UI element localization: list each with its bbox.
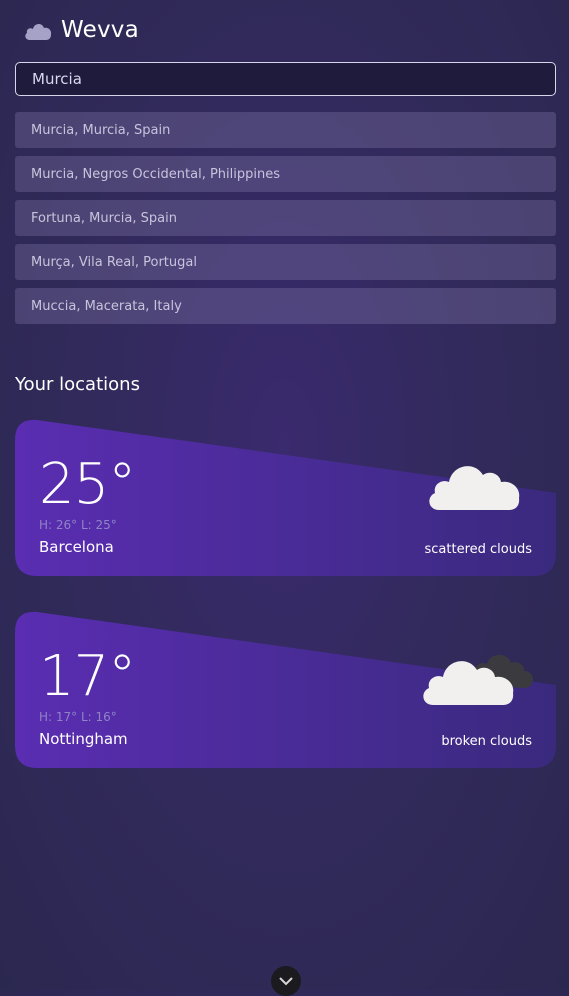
weather-condition: scattered clouds (424, 542, 533, 557)
temperature: 25° (39, 452, 136, 517)
weather-condition: broken clouds (441, 734, 532, 749)
location-card-barcelona[interactable]: 25° H: 26° L: 25° Barcelona scattered cl… (15, 418, 556, 576)
suggestion-item[interactable]: Murcia, Murcia, Spain (15, 112, 556, 148)
high-low: H: 26° L: 25° (39, 518, 117, 532)
suggestion-item[interactable]: Murcia, Negros Occidental, Philippines (15, 156, 556, 192)
app-title: Wevva (61, 17, 139, 43)
city-name: Barcelona (39, 538, 114, 556)
suggestion-item[interactable]: Fortuna, Murcia, Spain (15, 200, 556, 236)
broken-clouds-icon (423, 654, 534, 705)
cloud-logo-icon (25, 23, 52, 40)
suggestion-item[interactable]: Muccia, Macerata, Italy (15, 288, 556, 324)
scroll-down-button[interactable] (271, 966, 301, 996)
section-title: Your locations (15, 374, 140, 395)
scattered-clouds-icon (429, 466, 520, 510)
chevron-down-icon (279, 977, 293, 986)
suggestion-item[interactable]: Murça, Vila Real, Portugal (15, 244, 556, 280)
app-header: Wevva (23, 14, 139, 46)
temperature: 17° (39, 644, 136, 709)
search-input[interactable] (15, 62, 556, 96)
suggestion-list: Murcia, Murcia, Spain Murcia, Negros Occ… (15, 112, 556, 332)
city-name: Nottingham (39, 730, 128, 748)
high-low: H: 17° L: 16° (39, 710, 117, 724)
location-card-nottingham[interactable]: 17° H: 17° L: 16° Nottingham broken clou… (15, 610, 556, 768)
